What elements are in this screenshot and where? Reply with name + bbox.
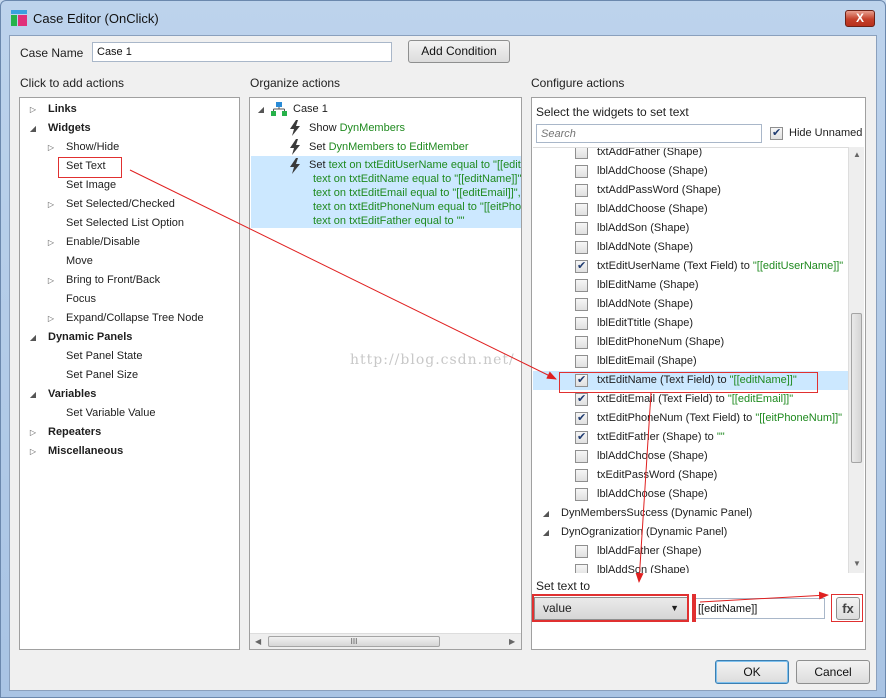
window-title: Case Editor (OnClick) [33, 11, 159, 26]
annotation-arrows [129, 169, 829, 603]
dialog-body: Case Name Add Condition Click to add act… [9, 35, 877, 691]
title-bar[interactable]: Case Editor (OnClick) X [1, 1, 885, 35]
app-icon [11, 10, 27, 26]
close-button[interactable]: X [845, 10, 875, 27]
case-editor-window: Case Editor (OnClick) X Case Name Add Co… [0, 0, 886, 698]
